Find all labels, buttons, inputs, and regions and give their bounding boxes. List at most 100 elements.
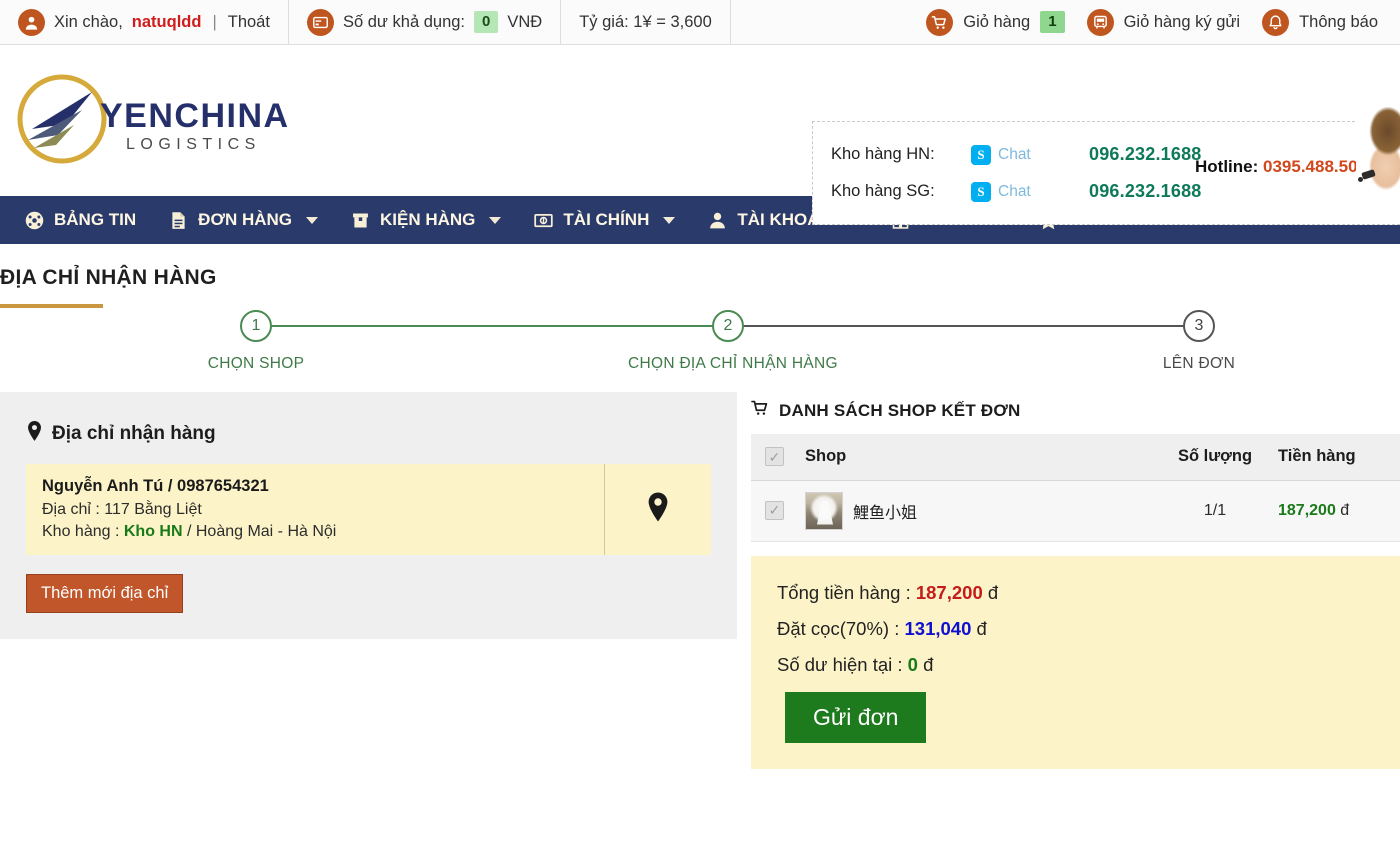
stepper-step-1[interactable]: 1 CHỌN SHOP (156, 310, 356, 373)
exchange-rate-text: Tỷ giá: 1¥ = 3,600 (579, 13, 712, 32)
consign-cart-cell[interactable]: Giỏ hàng ký gửi (1087, 0, 1263, 44)
checkout-stepper: 1 CHỌN SHOP 2 CHỌN ĐỊA CHỈ NHẬN HÀNG 3 L… (0, 302, 1400, 392)
nav-item-kien-hang[interactable]: KIỆN HÀNG (336, 196, 515, 244)
stepper-step-3[interactable]: 3 LÊN ĐƠN (1099, 310, 1299, 373)
notification-label: Thông báo (1299, 13, 1378, 32)
cart-icon (926, 9, 953, 36)
address-card-pin-area[interactable] (605, 464, 711, 555)
hotline-number[interactable]: 0395.488.506 (1263, 157, 1367, 176)
cart-icon (751, 400, 770, 422)
column-header-quantity: Số lượng (1160, 434, 1270, 480)
warehouse-sg-label: Kho hàng SG: (831, 182, 971, 201)
notification-cell[interactable]: Thông báo (1262, 0, 1400, 44)
shop-thumbnail (805, 492, 843, 530)
chat-link-sg[interactable]: Chat (998, 183, 1031, 201)
select-all-header[interactable]: ✓ (751, 434, 797, 480)
stepper-number: 1 (240, 310, 272, 342)
address-warehouse-value: Kho HN (124, 523, 183, 540)
main-content: Địa chỉ nhận hàng Nguyễn Anh Tú / 098765… (0, 392, 1400, 769)
balance-currency: VNĐ (507, 13, 542, 32)
cart-label: Giỏ hàng (963, 13, 1030, 32)
stepper-step-2[interactable]: 2 CHỌN ĐỊA CHỈ NHẬN HÀNG (628, 310, 828, 373)
map-pin-icon (646, 491, 670, 528)
table-header-row: ✓ Shop Số lượng Tiền hàng (751, 434, 1400, 480)
hotline-block: Hotline: 0395.488.506 (1195, 157, 1367, 177)
stepper-line-2-3 (728, 325, 1199, 327)
greeting-separator: | (212, 13, 216, 32)
summary-balance-label: Số dư hiện tại : (777, 654, 903, 675)
stepper-label: CHỌN ĐỊA CHỈ NHẬN HÀNG (628, 355, 828, 373)
row-amount-value: 187,200 (1278, 502, 1336, 519)
exchange-rate-cell: Tỷ giá: 1¥ = 3,600 (561, 0, 731, 44)
delivery-address-heading: Địa chỉ nhận hàng (26, 420, 711, 448)
nav-item-bang-tin[interactable]: BẢNG TIN (10, 196, 150, 244)
row-select-cell[interactable]: ✓ (751, 480, 797, 541)
nav-label: TÀI CHÍNH (563, 210, 649, 230)
select-all-checkbox[interactable]: ✓ (765, 447, 784, 466)
row-checkbox[interactable]: ✓ (765, 501, 784, 520)
card-icon (307, 9, 334, 36)
summary-deposit-row: Đặt cọc(70%) : 131,040 đ (777, 618, 1400, 640)
summary-balance-row: Số dư hiện tại : 0 đ (777, 654, 1400, 676)
cart-cell[interactable]: Giỏ hàng 1 (926, 0, 1086, 44)
warehouse-sg-phone[interactable]: 096.232.1688 (1089, 181, 1202, 202)
stepper-label: LÊN ĐƠN (1099, 355, 1299, 373)
skype-chat-hn[interactable]: S Chat (971, 145, 1089, 165)
order-summary-panel: Tổng tiền hàng : 187,200 đ Đặt cọc(70%) … (751, 556, 1400, 769)
nav-item-tai-chinh[interactable]: TÀI CHÍNH (519, 196, 689, 244)
logout-link[interactable]: Thoát (228, 13, 270, 32)
balance-value: 0 (474, 11, 498, 34)
address-street-label: Địa chỉ : (42, 501, 100, 518)
add-address-button[interactable]: Thêm mới địa chỉ (26, 574, 183, 613)
address-card-body: Nguyễn Anh Tú / 0987654321 Địa chỉ : 117… (26, 464, 605, 555)
top-bar: Xin chào, natuqldd | Thoát Số dư khả dụn… (0, 0, 1400, 45)
bus-icon (1087, 9, 1114, 36)
nav-label: BẢNG TIN (54, 210, 136, 230)
submit-order-button[interactable]: Gửi đơn (785, 692, 926, 743)
row-shop-cell: 鯉鱼小姐 (797, 480, 1160, 541)
document-icon (168, 210, 189, 231)
svg-text:YENCHINA: YENCHINA (100, 97, 288, 135)
nav-label: KIỆN HÀNG (380, 210, 475, 230)
stepper-number: 2 (712, 310, 744, 342)
svg-text:LOGISTICS: LOGISTICS (126, 136, 261, 153)
column-header-amount: Tiền hàng (1270, 434, 1400, 480)
bell-icon (1262, 9, 1289, 36)
chat-link-hn[interactable]: Chat (998, 146, 1031, 164)
shop-list-panel: DANH SÁCH SHOP KẾT ĐƠN ✓ Shop Số lượng T… (751, 392, 1400, 769)
map-pin-icon (26, 420, 43, 448)
address-card[interactable]: Nguyễn Anh Tú / 0987654321 Địa chỉ : 117… (26, 464, 711, 555)
cart-count-badge: 1 (1040, 11, 1064, 34)
address-street-value: 117 Bằng Liệt (104, 501, 202, 518)
skype-icon: S (971, 145, 991, 165)
top-bar-spacer (731, 0, 926, 44)
address-warehouse-line: Kho hàng : Kho HN / Hoàng Mai - Hà Nội (42, 523, 588, 541)
table-row[interactable]: ✓ 鯉鱼小姐 1/1 187,200 đ (751, 480, 1400, 541)
delivery-address-panel: Địa chỉ nhận hàng Nguyễn Anh Tú / 098765… (0, 392, 737, 639)
warehouse-hn-phone[interactable]: 096.232.1688 (1089, 144, 1202, 165)
user-greeting-cell: Xin chào, natuqldd | Thoát (0, 0, 289, 44)
brand-logo[interactable]: YENCHINA LOGISTICS (0, 69, 300, 173)
nav-item-don-hang[interactable]: ĐƠN HÀNG (154, 196, 332, 244)
site-header: YENCHINA LOGISTICS Kho hàng HN: S Chat 0… (0, 45, 1400, 196)
dashboard-icon (24, 210, 45, 231)
greeting-text: Xin chào, (54, 13, 123, 32)
page-title-section: ĐỊA CHỈ NHẬN HÀNG (0, 244, 1400, 308)
warehouse-hn-label: Kho hàng HN: (831, 145, 971, 164)
summary-balance-currency: đ (923, 654, 933, 675)
summary-total-label: Tổng tiền hàng : (777, 582, 911, 603)
hotline-label: Hotline: (1195, 157, 1258, 176)
summary-deposit-currency: đ (977, 618, 987, 639)
shop-name[interactable]: 鯉鱼小姐 (853, 499, 917, 523)
summary-deposit-value: 131,040 (905, 618, 972, 639)
address-name-phone: Nguyễn Anh Tú / 0987654321 (42, 477, 588, 496)
username-text: natuqldd (132, 13, 202, 32)
address-street-line: Địa chỉ : 117 Bằng Liệt (42, 501, 588, 519)
money-icon (533, 210, 554, 231)
nav-label: ĐƠN HÀNG (198, 210, 292, 230)
support-agent-photo (1356, 105, 1400, 217)
summary-total-row: Tổng tiền hàng : 187,200 đ (777, 582, 1400, 604)
contact-row: Kho hàng HN: S Chat 096.232.1688 (831, 144, 1202, 165)
page-title: ĐỊA CHỈ NHẬN HÀNG (0, 266, 1400, 290)
skype-chat-sg[interactable]: S Chat (971, 182, 1089, 202)
